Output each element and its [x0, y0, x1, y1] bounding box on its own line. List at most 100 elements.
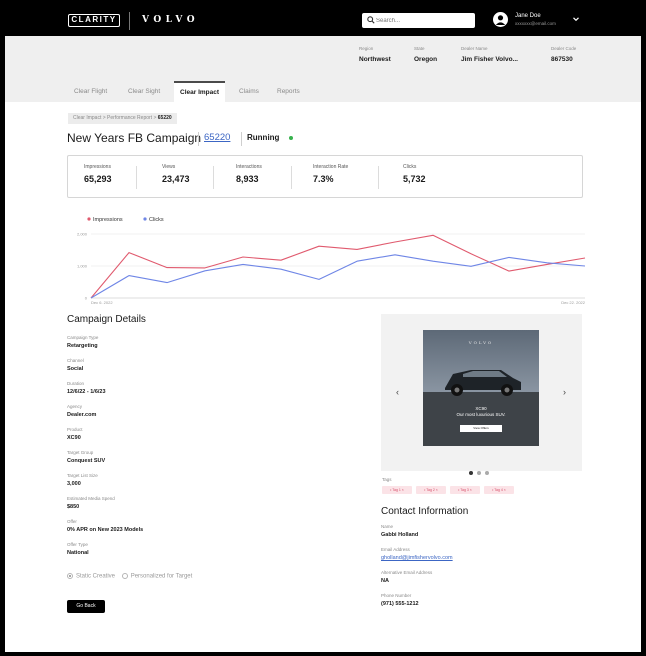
- user-name[interactable]: Jane Doe: [515, 13, 541, 19]
- tag-chip[interactable]: • Tag 2 ×: [416, 486, 446, 494]
- ad-tagline: Our most luxurious SUV.: [456, 412, 506, 417]
- dealer-info-band: Region Northwest State Oregon Dealer Nam…: [5, 36, 641, 102]
- detail-value: XC90: [67, 435, 81, 441]
- contact-name-value: Gabbi Holland: [381, 532, 419, 538]
- metric-interactions: Interactions 8,933: [236, 164, 262, 184]
- logo-divider: [129, 12, 130, 30]
- detail-value: Conquest SUV: [67, 458, 106, 464]
- tab-clear-flight[interactable]: Clear Flight: [74, 81, 107, 102]
- dealer-code-field: Dealer Code 867530: [551, 46, 576, 63]
- contact-phone-field: Phone Number (971) 555-1212: [381, 593, 419, 607]
- legend-label: Impressions: [93, 217, 123, 223]
- detail-field: Offer 0% APR on New 2023 Models: [67, 519, 143, 533]
- tag-chip[interactable]: • Tag 3 ×: [450, 486, 480, 494]
- clarity-logo[interactable]: CLARITY: [68, 14, 120, 27]
- tag-chip[interactable]: • Tag 4 ×: [484, 486, 514, 494]
- tab-reports[interactable]: Reports: [277, 81, 300, 102]
- dealer-code-value: 867530: [551, 56, 573, 63]
- static-creative-radio[interactable]: [67, 573, 73, 579]
- volvo-logo: VOLVO: [142, 15, 200, 25]
- search-box[interactable]: [362, 13, 475, 28]
- tab-clear-impact[interactable]: Clear Impact: [174, 81, 226, 102]
- region-label: Region: [359, 46, 374, 51]
- performance-line-chart: Impressions Clicks 0 1,000 2,000 Dec 6, 2022 D…: [77, 217, 586, 304]
- metric-divider: [291, 166, 292, 189]
- contact-name-field: Name Gabbi Holland: [381, 524, 418, 538]
- detail-field: Channel Social: [67, 358, 84, 372]
- personalized-radio[interactable]: [121, 573, 128, 579]
- chevron-right-icon[interactable]: ›: [563, 387, 566, 397]
- detail-value: National: [67, 550, 89, 556]
- search-icon: [367, 16, 375, 24]
- detail-label: Target List Size: [67, 473, 98, 478]
- detail-field: Offer Type National: [67, 542, 89, 556]
- breadcrumb: Clear Impact > Performance Report > 6522…: [68, 113, 177, 124]
- carousel-dots: [469, 462, 493, 480]
- breadcrumb-performance-report[interactable]: Performance Report: [107, 115, 152, 121]
- dealer-code-label: Dealer Code: [551, 46, 577, 51]
- carousel-dot[interactable]: [477, 471, 481, 475]
- detail-value: 12/6/22 - 1/6/23: [67, 389, 106, 395]
- metric-clicks: Clicks 5,732: [403, 164, 426, 184]
- ad-brand: VOLVO: [468, 340, 494, 345]
- chevron-down-icon[interactable]: [572, 15, 580, 23]
- metric-label: Impressions: [84, 164, 111, 170]
- detail-label: Product: [67, 427, 83, 432]
- campaign-id-link[interactable]: 65220: [204, 132, 230, 143]
- tab-claims[interactable]: Claims: [239, 81, 259, 102]
- tags-label: Tags: [382, 477, 392, 482]
- breadcrumb-clear-impact[interactable]: Clear Impact: [73, 115, 101, 121]
- carousel-dot[interactable]: [469, 471, 473, 475]
- personalized-label[interactable]: Personalized for Target: [131, 574, 193, 580]
- dealer-name-field: Dealer Name Jim Fisher Volvo...: [461, 46, 518, 63]
- detail-field: Estimated Media Spend $850: [67, 496, 115, 510]
- detail-field: Target Group Conquest SUV: [67, 450, 105, 464]
- detail-label: Estimated Media Spend: [67, 496, 115, 501]
- state-field: State Oregon: [414, 46, 437, 63]
- contact-email-label: Email Address: [381, 547, 410, 552]
- status-dot-icon: [289, 136, 293, 140]
- search-input[interactable]: [376, 14, 471, 27]
- tab-clear-sight[interactable]: Clear Sight: [128, 81, 160, 102]
- detail-field: Duration 12/6/22 - 1/6/23: [67, 381, 106, 395]
- detail-label: Agency: [67, 404, 83, 409]
- user-avatar-icon[interactable]: [493, 12, 508, 27]
- metric-value: 8,933: [236, 174, 259, 184]
- contact-info-title: Contact Information: [381, 506, 469, 517]
- state-value: Oregon: [414, 56, 438, 63]
- metric-divider: [213, 166, 214, 189]
- metric-label: Interactions: [236, 164, 262, 170]
- tag-chip[interactable]: • Tag 1 ×: [382, 486, 412, 494]
- metric-value: 5,732: [403, 174, 426, 184]
- metric-divider: [378, 166, 379, 189]
- y-tick-label: 0: [85, 296, 88, 301]
- static-creative-label[interactable]: Static Creative: [76, 574, 115, 580]
- metric-label: Interaction Rate: [313, 164, 349, 170]
- metric-value: 65,293: [84, 174, 112, 184]
- metric-divider: [136, 166, 137, 189]
- contact-alt-email-value: NA: [381, 578, 389, 584]
- region-field: Region Northwest: [359, 46, 391, 63]
- detail-label: Target Group: [67, 450, 94, 455]
- detail-value: $850: [67, 504, 80, 510]
- status-badge: Running: [247, 133, 280, 142]
- contact-alt-email-field: Alternative Email Address NA: [381, 570, 432, 584]
- go-back-button[interactable]: Go Back: [67, 600, 105, 613]
- state-label: State: [414, 46, 425, 51]
- chevron-left-icon[interactable]: ‹: [396, 387, 399, 397]
- ad-model: XC90: [475, 406, 487, 411]
- detail-value: 0% APR on New 2023 Models: [67, 527, 144, 533]
- metric-interaction-rate: Interaction Rate 7.3%: [313, 164, 348, 184]
- contact-phone-label: Phone Number: [381, 593, 412, 598]
- legend-marker: [143, 217, 147, 221]
- contact-email-link[interactable]: gholland@jimfishervolvo.com: [381, 555, 453, 561]
- carousel-dot[interactable]: [485, 471, 489, 475]
- dealer-name-label: Dealer Name: [461, 46, 488, 51]
- series-line-clicks: [90, 254, 586, 299]
- series-line-impressions: [90, 234, 586, 299]
- contact-name-label: Name: [381, 524, 394, 529]
- top-navigation-bar: CLARITY VOLVO Jane Doe xxxxxxx@email.com: [5, 6, 641, 36]
- view-offers-button[interactable]: View Offers: [460, 425, 502, 432]
- dealer-name-value: Jim Fisher Volvo...: [461, 56, 518, 63]
- legend-label: Clicks: [149, 217, 164, 223]
